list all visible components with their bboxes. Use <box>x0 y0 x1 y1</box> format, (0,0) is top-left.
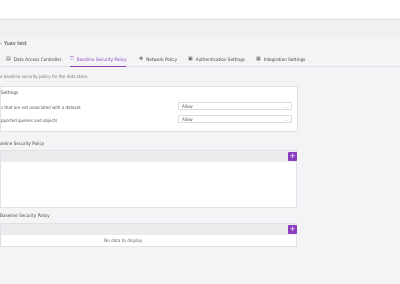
add-secondary-policy-button[interactable]: + <box>288 225 297 234</box>
page-description: e baseline security policy for the data … <box>0 74 89 79</box>
tab-label: Authentication Settings <box>195 56 245 62</box>
chevron-left-icon[interactable]: ‹ <box>0 41 2 47</box>
tab-baseline-security-policy[interactable]: ⛉ Baseline Security Policy <box>70 52 127 67</box>
page-title-row: ‹ Yuav test <box>0 38 27 50</box>
policy-table: + <box>0 150 297 208</box>
secondary-table-header <box>1 224 296 235</box>
setting-select-unassociated[interactable]: Allow ⌄ <box>178 102 292 110</box>
chevron-down-icon: ⌄ <box>284 117 288 122</box>
tab-network-policy[interactable]: ✥ Network Policy <box>139 52 177 66</box>
chevron-down-icon: ⌄ <box>284 104 288 109</box>
network-icon: ✥ <box>139 56 144 62</box>
empty-table-message: No data to display <box>104 238 143 243</box>
settings-card-header: Settings <box>1 90 19 95</box>
tab-integration-settings[interactable]: ▦ Integration Settings <box>256 52 305 66</box>
navigation-bar <box>0 19 400 37</box>
tab-label: Data Access Controller <box>13 56 62 62</box>
shield-icon: ⛉ <box>70 56 74 62</box>
secondary-policy-table: + No data to display <box>0 223 297 247</box>
tab-label: Baseline Security Policy <box>76 56 127 62</box>
select-value: Allow <box>182 103 193 109</box>
setting-label-unassociated: s that are not associated with a dataset <box>1 105 81 110</box>
secondary-section-title: Baseline Security Policy <box>0 213 50 218</box>
tab-authentication-settings[interactable]: ▣ Authentication Settings <box>188 52 245 66</box>
page-title: Yuav test <box>4 41 27 47</box>
server-icon: ▤ <box>6 56 11 62</box>
setting-select-unsupported[interactable]: Allow ⌄ <box>178 115 292 123</box>
add-policy-button[interactable]: + <box>288 152 297 161</box>
setting-label-unsupported: pported queries and objects <box>1 118 58 123</box>
lock-icon: ▣ <box>188 56 193 62</box>
policy-table-header <box>1 151 296 162</box>
tab-data-access-controller[interactable]: ▤ Data Access Controller <box>6 52 61 66</box>
select-value: Allow <box>182 116 193 122</box>
policy-section-title: seline Security Policy <box>0 141 45 146</box>
tab-label: Integration Settings <box>263 56 306 62</box>
tab-bar: ▤ Data Access Controller ⛉ Baseline Secu… <box>0 52 400 67</box>
grid-icon: ▦ <box>256 56 261 62</box>
settings-card: Settings s that are not associated with … <box>0 86 298 132</box>
tab-label: Network Policy <box>146 56 178 62</box>
top-app-bar <box>0 0 400 18</box>
